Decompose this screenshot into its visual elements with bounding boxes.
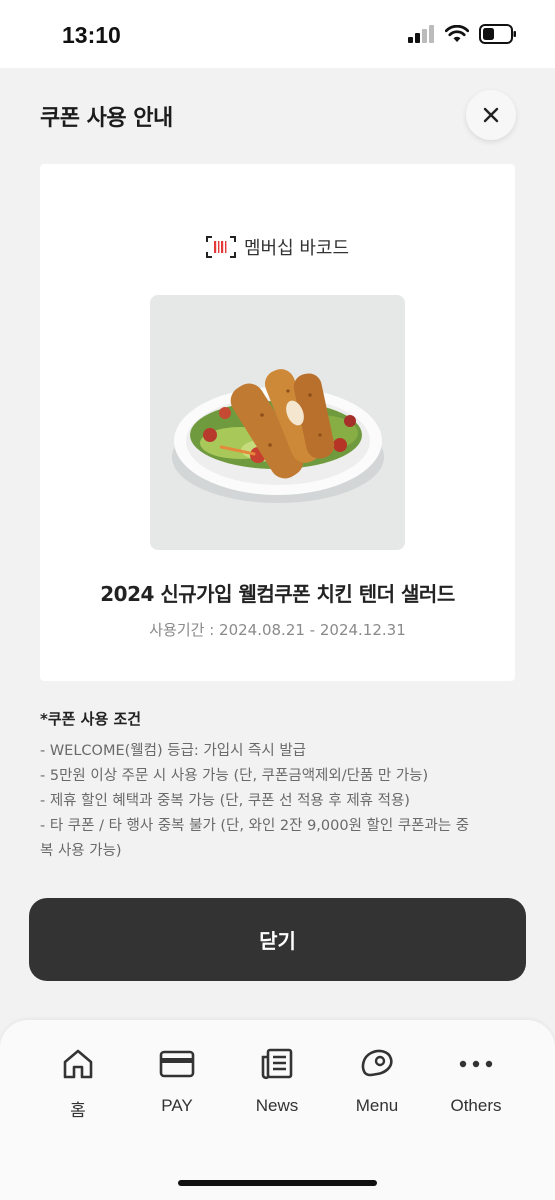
more-icon [459,1060,493,1068]
condition-item: 복 사용 가능) [40,843,122,859]
tab-home[interactable]: 홈 [28,1044,128,1154]
coupon-conditions: *쿠폰 사용 조건 - WELCOME(웰컴) 등급: 가입시 즉시 발급 - … [40,708,520,864]
status-icons [408,24,517,44]
status-bar: 13:10 [0,0,555,68]
tab-news[interactable]: News [227,1044,327,1154]
condition-item: - 제휴 할인 혜택과 중복 가능 (단, 쿠폰 선 적용 후 제휴 적용) [40,793,410,809]
coupon-title: 2024 신규가입 웰컴쿠폰 치킨 텐더 샐러드 [100,582,455,606]
battery-icon [479,24,516,44]
tab-others[interactable]: Others [426,1044,526,1154]
wifi-icon [445,25,469,42]
signal-icon [408,25,434,43]
tab-label: Others [450,1096,502,1115]
barcode-icon [205,236,236,258]
tab-label: 홈 [70,1101,86,1120]
close-main-button[interactable]: 닫기 [29,898,526,981]
tab-pay[interactable]: PAY [127,1044,227,1154]
coupon-period: 사용기간 : 2024.08.21 - 2024.12.31 [149,621,406,639]
page-title: 쿠폰 사용 안내 [40,106,173,131]
close-icon [483,107,499,123]
news-icon [261,1048,293,1080]
condition-item: - 타 쿠폰 / 타 행사 중복 불가 (단, 와인 2잔 9,000원 할인 … [40,818,470,834]
membership-barcode-button[interactable]: 멤버십 바코드 [40,234,515,260]
tab-label: Menu [355,1096,399,1115]
tab-label: News [255,1096,299,1115]
steak-icon [361,1049,393,1077]
home-icon [63,1049,93,1079]
chicken-tender-salad-image [172,369,384,503]
card-icon [159,1050,195,1078]
close-main-button-label: 닫기 [259,929,296,953]
condition-item: - 5만원 이상 주문 시 사용 가능 (단, 쿠폰금액제외/단품 만 가능) [40,768,429,784]
sheet-header: 쿠폰 사용 안내 [0,68,555,160]
tab-menu[interactable]: Menu [327,1044,427,1154]
tab-label: PAY [161,1096,193,1115]
conditions-title: *쿠폰 사용 조건 [40,710,142,728]
home-indicator [178,1180,377,1186]
condition-item: - WELCOME(웰컴) 등급: 가입시 즉시 발급 [40,743,307,759]
status-time: 13:10 [62,22,121,48]
coupon-image [150,295,405,550]
close-button[interactable] [466,90,516,140]
barcode-label: 멤버십 바코드 [243,238,350,259]
coupon-card: 멤버십 바코드 2024 신규가입 웰컴쿠폰 치킨 텐더 샐러드 사용기간: … [40,164,515,681]
bottom-tab-bar: 홈 PAY News Menu Others [0,1020,555,1200]
